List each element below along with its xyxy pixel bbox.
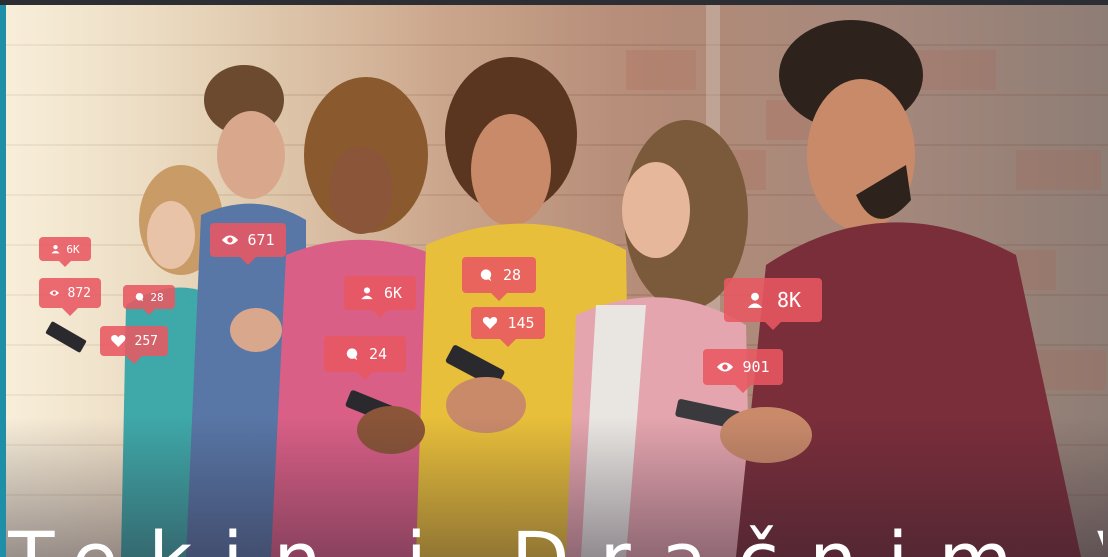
user-icon (745, 291, 765, 309)
notification-bubble: 872 (39, 278, 101, 316)
user-icon (358, 286, 376, 300)
notification-bubble: 28 (123, 285, 175, 315)
eye-icon (49, 286, 60, 300)
comment-icon (134, 292, 145, 302)
notification-value: 257 (134, 333, 158, 349)
eye-icon (716, 360, 734, 374)
notification-bubble: 24 (324, 336, 406, 380)
notification-value: 8K (776, 288, 802, 312)
eye-icon (221, 233, 239, 247)
hero-headline: Tekin i Dračnim V (8, 520, 1103, 557)
notification-bubble: 257 (100, 326, 168, 364)
notification-value: 28 (502, 266, 522, 284)
notification-bubble: 901 (703, 349, 783, 393)
notification-bubble: 145 (471, 307, 545, 347)
heart-icon (110, 334, 127, 348)
notification-value: 671 (247, 231, 275, 249)
user-icon (50, 244, 61, 254)
notification-value: 145 (507, 314, 535, 332)
notification-bubble: 671 (210, 223, 286, 265)
comment-icon (477, 268, 495, 282)
comment-icon (343, 347, 361, 361)
notification-bubble: 28 (462, 257, 536, 301)
notification-value: 6K (66, 242, 80, 256)
notification-value: 28 (150, 290, 164, 304)
notification-bubble: 6K (344, 276, 416, 318)
notification-value: 901 (742, 358, 770, 376)
hero-photo: 6K 872 28 257 671 6K 24 28 145 8K 901 (6, 5, 1108, 557)
notification-value: 24 (368, 345, 388, 363)
notification-bubble: 6K (39, 237, 91, 267)
notification-value: 872 (67, 285, 91, 301)
notification-bubble: 8K (724, 278, 822, 330)
hero-frame: 6K 872 28 257 671 6K 24 28 145 8K 901 (0, 0, 1108, 557)
heart-icon (481, 316, 499, 330)
notification-value: 6K (383, 284, 403, 302)
